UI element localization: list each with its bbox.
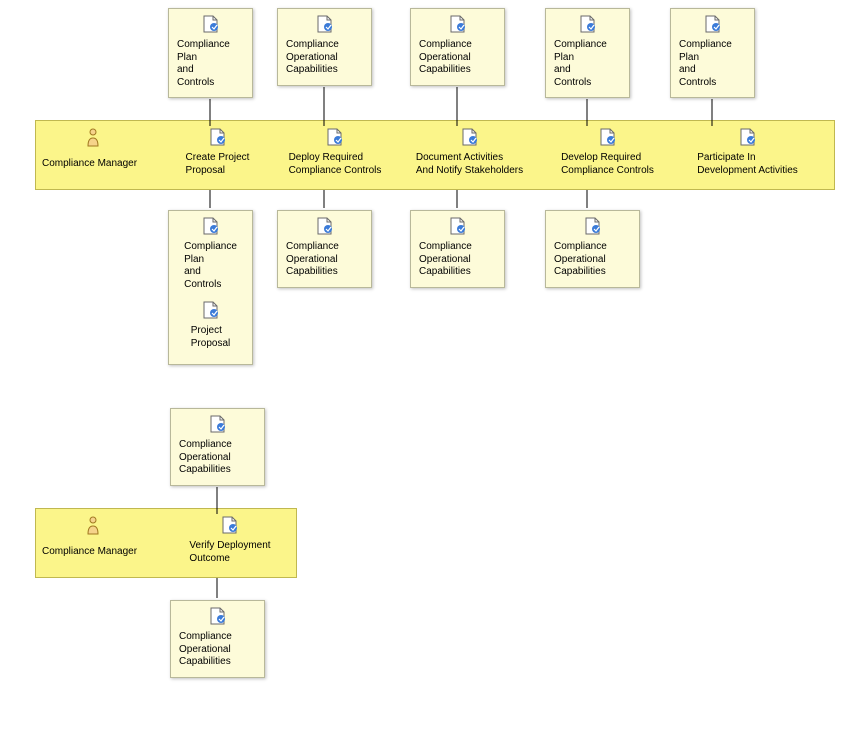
activity-label: Document Activities And Notify Stakehold…	[416, 152, 523, 177]
lane1-role-label: Compliance Manager	[42, 158, 137, 169]
activity-develop-required-compliance-controls[interactable]: Develop Required Compliance Controls	[545, 128, 670, 177]
activity-label: Develop Required Compliance Controls	[561, 152, 654, 177]
output-artifact-1[interactable]: Compliance Plan and Controls Project Pro…	[168, 210, 253, 365]
input-artifact-5[interactable]: Compliance Plan and Controls	[670, 8, 755, 98]
input-artifact-3[interactable]: Compliance Operational Capabilities	[410, 8, 505, 86]
document-icon	[203, 301, 219, 319]
artifact-label: Compliance Plan and Controls	[679, 39, 746, 89]
activity-label: Create Project Proposal	[186, 152, 250, 177]
process-diagram: Compliance Manager Create Project Propos…	[0, 0, 860, 729]
actor-icon	[85, 128, 101, 148]
output-artifact-3[interactable]: Compliance Operational Capabilities	[410, 210, 505, 288]
document-icon	[740, 128, 756, 146]
input-artifact-2[interactable]: Compliance Operational Capabilities	[277, 8, 372, 86]
document-icon	[203, 15, 219, 33]
activity-verify-deployment-outcome[interactable]: Verify Deployment Outcome	[175, 516, 285, 565]
document-icon	[580, 15, 596, 33]
document-icon	[210, 415, 226, 433]
document-icon	[317, 217, 333, 235]
connector-arrows	[0, 0, 860, 729]
artifact-label: Compliance Operational Capabilities	[554, 241, 631, 279]
artifact-label: Compliance Operational Capabilities	[179, 631, 256, 669]
output-artifact-verify[interactable]: Compliance Operational Capabilities	[170, 600, 265, 678]
document-icon	[210, 128, 226, 146]
artifact-label: Compliance Operational Capabilities	[286, 39, 363, 77]
document-icon	[203, 217, 219, 235]
output-artifact-4[interactable]: Compliance Operational Capabilities	[545, 210, 640, 288]
document-icon	[327, 128, 343, 146]
activity-label: Deploy Required Compliance Controls	[289, 152, 382, 177]
lane2-role-label: Compliance Manager	[42, 546, 137, 557]
output-artifact-2[interactable]: Compliance Operational Capabilities	[277, 210, 372, 288]
artifact-label: Compliance Operational Capabilities	[286, 241, 363, 279]
document-icon	[585, 217, 601, 235]
activity-deploy-required-compliance-controls[interactable]: Deploy Required Compliance Controls	[275, 128, 395, 177]
input-artifact-1[interactable]: Compliance Plan and Controls	[168, 8, 253, 98]
document-icon	[450, 15, 466, 33]
artifact-label: Compliance Operational Capabilities	[179, 439, 256, 477]
input-artifact-verify[interactable]: Compliance Operational Capabilities	[170, 408, 265, 486]
document-icon	[450, 217, 466, 235]
document-icon	[600, 128, 616, 146]
input-artifact-4[interactable]: Compliance Plan and Controls	[545, 8, 630, 98]
activity-label: Verify Deployment Outcome	[189, 540, 270, 565]
artifact-label: Compliance Plan and Controls	[177, 39, 244, 89]
document-icon	[705, 15, 721, 33]
artifact-label: Compliance Operational Capabilities	[419, 241, 496, 279]
actor-icon	[85, 516, 101, 536]
artifact-label: Compliance Plan and Controls	[554, 39, 621, 89]
document-icon	[462, 128, 478, 146]
activity-label: Participate In Development Activities	[697, 152, 798, 177]
document-icon	[210, 607, 226, 625]
artifact-label: Compliance Operational Capabilities	[419, 39, 496, 77]
activity-create-project-proposal[interactable]: Create Project Proposal	[170, 128, 265, 177]
activity-document-and-notify[interactable]: Document Activities And Notify Stakehold…	[402, 128, 537, 177]
artifact-label: Compliance Plan and Controls	[184, 241, 237, 291]
activity-participate-in-development[interactable]: Participate In Development Activities	[680, 128, 815, 177]
document-icon	[222, 516, 238, 534]
document-icon	[317, 15, 333, 33]
artifact-label: Project Proposal	[191, 325, 230, 350]
